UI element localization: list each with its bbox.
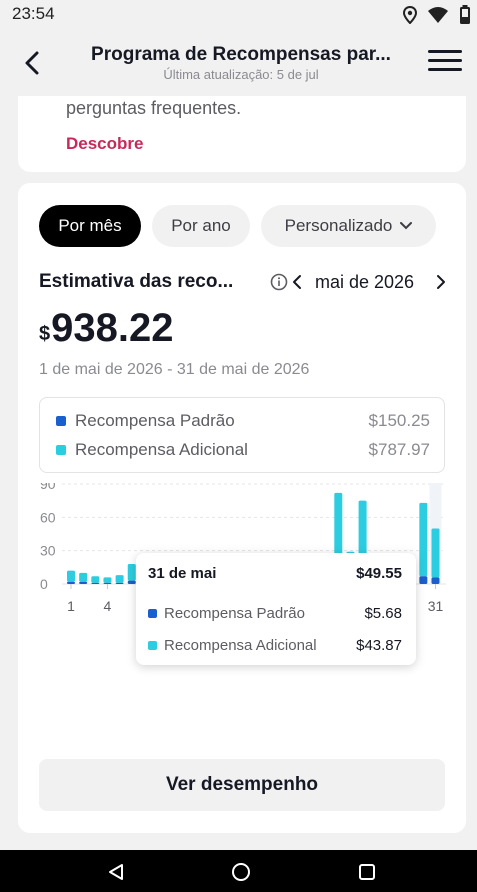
chart-tooltip: 31 de mai $49.55 Recompensa Padrão $5.68… [136, 553, 416, 665]
chevron-down-icon [400, 222, 413, 230]
y-tick-label: 90 [40, 483, 56, 492]
tab-custom-label: Personalizado [284, 216, 393, 235]
legend-swatch-additional [56, 445, 66, 455]
estimated-amount: $ 938.22 [39, 305, 173, 351]
bar-standard-day-3 [91, 582, 100, 584]
bar-standard-day-2 [79, 581, 88, 584]
legend-item-standard: Recompensa Padrão $150.25 [56, 409, 430, 433]
back-button[interactable] [18, 48, 48, 78]
bar-standard-day-30 [419, 576, 428, 584]
hamburger-menu-icon [428, 50, 462, 71]
legend-item-additional: Recompensa Adicional $787.97 [56, 438, 430, 462]
tab-custom[interactable]: Personalizado [261, 205, 436, 247]
status-bar: 23:54 [0, 0, 477, 28]
status-time: 23:54 [12, 4, 55, 23]
view-performance-button[interactable]: Ver desempenho [39, 759, 445, 811]
discover-link[interactable]: Descobre [66, 134, 143, 154]
faq-card: perguntas frequentes. Descobre [18, 96, 466, 172]
battery-icon [460, 5, 470, 24]
bar-standard-day-6 [127, 580, 136, 584]
x-tick-label: 31 [428, 598, 444, 614]
legend-label: Recompensa Adicional [75, 440, 248, 459]
bar-additional-day-3 [91, 576, 100, 583]
bar-additional-day-5 [115, 575, 124, 583]
chevron-left-icon [25, 51, 39, 75]
info-icon[interactable] [270, 273, 288, 291]
legend-swatch-standard [56, 416, 66, 426]
nav-recent-icon[interactable] [359, 864, 375, 880]
x-tick-label: 4 [104, 598, 112, 614]
bar-standard-day-31 [431, 577, 440, 584]
bar-additional-day-31 [431, 528, 440, 578]
estimate-title: Estimativa das reco... [39, 271, 234, 292]
tooltip-row-additional: Recompensa Adicional $43.87 [148, 637, 402, 654]
bar-standard-day-4 [103, 582, 112, 584]
tooltip-swatch [148, 641, 157, 650]
app-header: Programa de Recompensas par... Última at… [0, 28, 477, 100]
amount-currency: $ [39, 323, 51, 345]
next-month-icon[interactable] [434, 273, 448, 291]
bar-additional-day-1 [67, 570, 75, 582]
tooltip-row-standard: Recompensa Padrão $5.68 [148, 605, 402, 622]
tab-by-month[interactable]: Por mês [39, 205, 141, 247]
y-tick-label: 30 [40, 543, 56, 559]
tooltip-value: $5.68 [364, 605, 402, 622]
last-updated: Última atualização: 5 de jul [163, 67, 319, 82]
month-label: mai de 2026 [315, 272, 415, 292]
page-title: Programa de Recompensas par... [91, 44, 391, 65]
x-tick-label: 1 [67, 598, 75, 614]
legend-label: Recompensa Padrão [75, 411, 235, 430]
legend-box: Recompensa Padrão $150.25 Recompensa Adi… [39, 397, 445, 473]
bar-additional-day-4 [103, 577, 112, 583]
y-tick-label: 60 [40, 509, 56, 525]
tooltip-swatch [148, 609, 157, 618]
system-nav-bar [0, 850, 477, 892]
legend-value: $150.25 [368, 411, 430, 430]
rewards-card: Por mês Por ano Personalizado Estimativa… [18, 183, 466, 833]
bar-additional-day-2 [79, 572, 88, 582]
faq-text: perguntas frequentes. [66, 98, 242, 118]
tooltip-date: 31 de mai [148, 565, 217, 582]
menu-button[interactable] [428, 50, 462, 76]
tooltip-value: $43.87 [356, 637, 402, 654]
location-icon [403, 6, 417, 24]
date-range: 1 de mai de 2026 - 31 de mai de 2026 [39, 361, 310, 378]
bar-standard-day-1 [67, 581, 75, 584]
prev-month-icon[interactable] [290, 273, 304, 291]
tooltip-label: Recompensa Padrão [164, 605, 305, 622]
tab-by-year[interactable]: Por ano [152, 205, 250, 247]
legend-value: $787.97 [368, 440, 430, 459]
bar-additional-day-30 [419, 502, 428, 577]
wifi-icon [428, 7, 448, 23]
tooltip-label: Recompensa Adicional [164, 637, 317, 654]
bar-standard-day-5 [115, 582, 124, 584]
nav-back-icon[interactable] [107, 863, 125, 881]
y-tick-label: 0 [40, 576, 48, 592]
amount-value: 938.22 [51, 306, 174, 350]
bar-additional-day-6 [127, 564, 136, 581]
nav-home-icon[interactable] [231, 862, 251, 882]
tooltip-total: $49.55 [356, 565, 402, 582]
status-icons [403, 5, 471, 25]
